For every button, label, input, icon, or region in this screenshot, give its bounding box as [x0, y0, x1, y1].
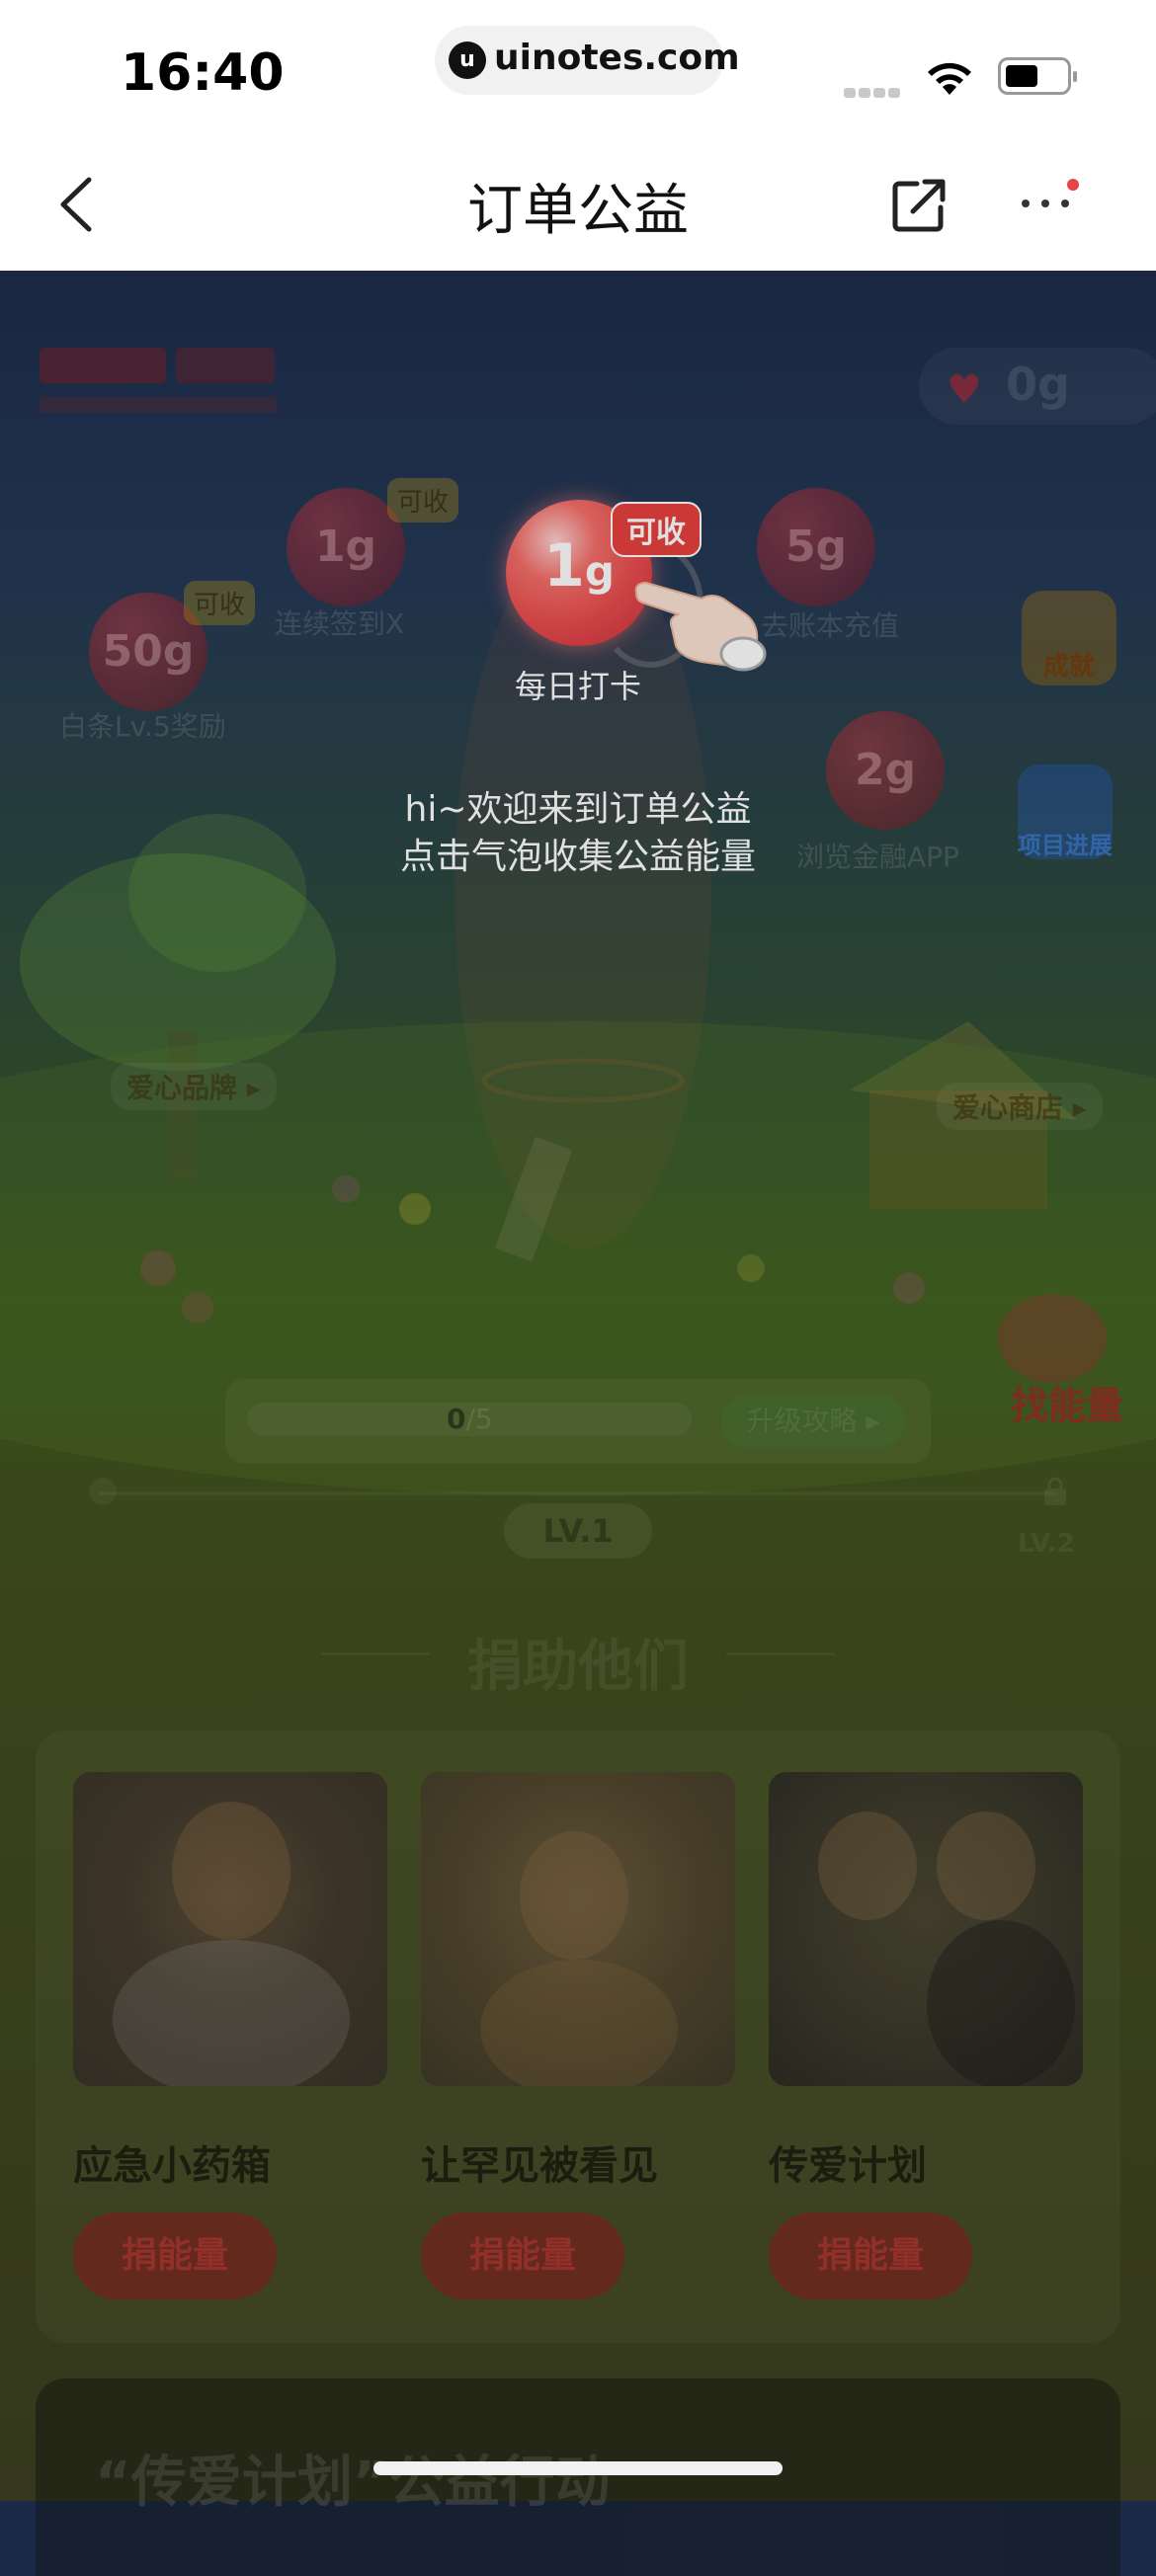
order-charity-logo: [40, 348, 296, 427]
home-indicator[interactable]: [373, 2461, 783, 2475]
collectable-badge: 可收: [611, 502, 702, 557]
find-energy-button[interactable]: 找能量: [978, 1375, 1156, 1429]
battery-icon: [998, 57, 1077, 95]
donate-energy-button[interactable]: 捐能量: [769, 2213, 972, 2299]
achievement-button[interactable]: 成就: [1022, 591, 1116, 685]
site-logo-icon: u: [449, 41, 486, 79]
love-shop-label: 爱心商店: [952, 1091, 1064, 1124]
bubble-label: 连续签到X: [275, 607, 405, 640]
bubble-label: 去账本充值: [761, 609, 900, 642]
more-options-icon[interactable]: [1018, 194, 1077, 213]
level-start-dot: [89, 1478, 117, 1505]
campaign-banner-title: “传爱计划”公益行动: [95, 2451, 611, 2515]
find-energy-heart-icon: [998, 1294, 1107, 1383]
project-progress-button[interactable]: 项目进展: [1018, 765, 1113, 859]
upgrade-guide-label: 升级攻略: [746, 1405, 858, 1437]
donate-section-title: 捐助他们: [467, 1635, 689, 1699]
project-progress-label: 项目进展: [1018, 832, 1113, 859]
level-track-line: [99, 1491, 1057, 1495]
welcome-line-1: hi~欢迎来到订单公益: [404, 789, 752, 830]
cellular-signal-icon: [844, 83, 903, 98]
energy-bubble[interactable]: 2g: [826, 711, 945, 830]
page-title: 订单公益: [467, 179, 689, 243]
collectable-badge: 可收: [184, 581, 256, 625]
wifi-icon: [928, 62, 971, 95]
project-image[interactable]: [769, 1772, 1083, 2086]
achievement-label: 成就: [1042, 652, 1095, 682]
project-image[interactable]: [421, 1772, 735, 2086]
bubble-label: 白条Lv.5奖励: [59, 710, 226, 743]
next-level-label: LV.2: [1018, 1529, 1075, 1559]
donate-energy-button[interactable]: 捐能量: [73, 2213, 277, 2299]
pointing-hand-icon: [634, 581, 767, 672]
current-level-badge: LV.1: [504, 1503, 652, 1559]
energy-balance-value: 0g: [1006, 358, 1070, 411]
love-brand-link[interactable]: 爱心品牌 ▸: [111, 1063, 277, 1110]
donate-energy-button[interactable]: 捐能量: [421, 2213, 624, 2299]
project-title: 应急小药箱: [73, 2143, 271, 2189]
lock-icon: [1044, 1477, 1066, 1505]
love-brand-label: 爱心品牌: [126, 1072, 238, 1104]
energy-bubble[interactable]: 5g: [757, 488, 875, 606]
heart-icon: ♥: [947, 367, 982, 413]
status-time: 16:40: [121, 43, 285, 103]
project-title: 传爱计划: [769, 2143, 927, 2189]
welcome-guide: hi~欢迎来到订单公益 点击气泡收集公益能量: [331, 786, 825, 881]
title-decoration-right: [726, 1652, 835, 1655]
collectable-badge: 可收: [387, 478, 459, 523]
welcome-line-2: 点击气泡收集公益能量: [399, 837, 756, 877]
project-title: 让罕见被看见: [421, 2143, 658, 2189]
love-shop-link[interactable]: 爱心商店 ▸: [937, 1083, 1103, 1130]
daily-checkin-label: 每日打卡: [514, 668, 641, 705]
level-progress-count: 0/5: [447, 1403, 493, 1435]
notification-dot: [1067, 179, 1079, 191]
upgrade-guide-button[interactable]: 升级攻略 ▸: [721, 1395, 905, 1448]
project-image[interactable]: [73, 1772, 387, 2086]
url-text[interactable]: uinotes.com: [494, 38, 740, 78]
share-icon[interactable]: [889, 176, 949, 235]
